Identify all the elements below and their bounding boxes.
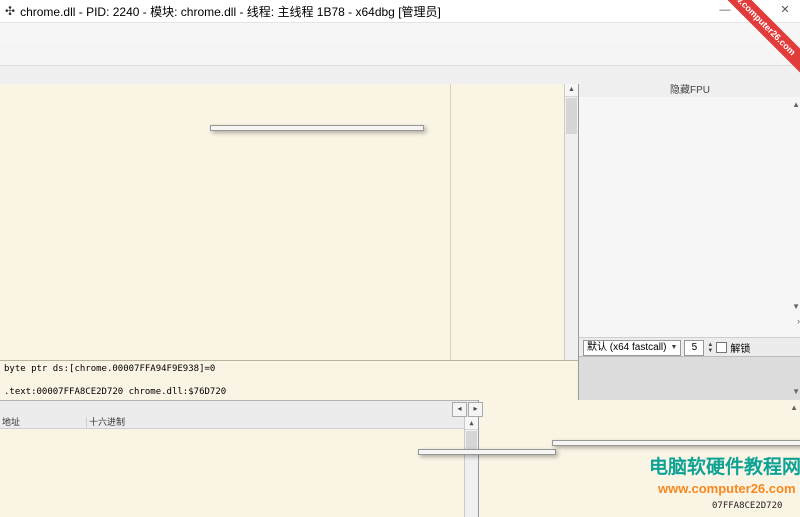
call-arguments: [579, 356, 800, 400]
tab-scroll-left-icon[interactable]: ◂: [452, 402, 467, 417]
close-button[interactable]: ✕: [770, 0, 800, 22]
disasm-scrollbar[interactable]: ▲: [564, 84, 578, 360]
title-bar[interactable]: ✣ chrome.dll - PID: 2240 - 模块: chrome.dl…: [0, 0, 800, 23]
hide-fpu-button[interactable]: 隐藏FPU: [579, 84, 800, 97]
dump-scrollbar[interactable]: ▲: [464, 417, 478, 517]
info-box: byte ptr ds:[chrome.00007FFA94F9E938]=0 …: [0, 360, 578, 400]
regs-scroll-down-icon[interactable]: ▼: [792, 302, 800, 311]
registers-panel[interactable]: 隐藏FPU ▲ ▼ › 默认 (x64 fastcall) ▼ 5 ▲▼ 解锁 …: [578, 84, 800, 400]
scroll-thumb[interactable]: [466, 431, 477, 451]
context-menu: [210, 125, 424, 131]
menu-bar: [0, 23, 800, 42]
dump-hex-header: 十六进制: [87, 417, 125, 428]
stack-scroll-up-icon[interactable]: ▲: [790, 403, 798, 412]
app-icon: ✣: [5, 4, 15, 18]
scroll-up-icon[interactable]: ▲: [465, 417, 478, 430]
info-line-1: byte ptr ds:[chrome.00007FFA94F9E938]=0: [4, 364, 574, 374]
scroll-up-icon[interactable]: ▲: [565, 84, 578, 97]
search-scope-submenu: [418, 449, 556, 455]
toolbar: [0, 42, 800, 66]
watermark-site-url: www.computer26.com: [658, 481, 796, 496]
dump-panel[interactable]: 地址 十六进制 ▲: [0, 417, 478, 517]
info-line-2: .text:00007FFA8CE2D720 chrome.dll:$76D72…: [4, 387, 574, 397]
scroll-thumb[interactable]: [566, 98, 577, 134]
unlock-label: 解锁: [730, 340, 750, 355]
calling-convention-select[interactable]: 默认 (x64 fastcall) ▼: [583, 340, 681, 356]
tab-scroll-right-icon[interactable]: ▸: [468, 402, 483, 417]
tab-scroll-buttons: ◂ ▸: [452, 402, 798, 417]
watermark-site-name: 电脑软硬件教程网: [649, 452, 800, 479]
calling-convention-value: 默认 (x64 fastcall): [587, 341, 666, 355]
args-scroll-down-icon[interactable]: ▼: [792, 387, 800, 396]
arg-count-stepper[interactable]: ▲▼: [707, 342, 713, 354]
regs-scroll-up-icon[interactable]: ▲: [792, 100, 800, 109]
chevron-down-icon: ▼: [670, 341, 677, 355]
calling-convention-bar: 默认 (x64 fastcall) ▼ 5 ▲▼ 解锁: [579, 337, 800, 357]
windows-logo-watermark: [585, 434, 655, 504]
window-title: chrome.dll - PID: 2240 - 模块: chrome.dll …: [20, 3, 441, 20]
stray-address-fragment: 07FFA8CE2D720: [712, 501, 782, 511]
unlock-checkbox[interactable]: [716, 342, 727, 353]
dump-address-header: 地址: [0, 417, 87, 428]
arg-count-input[interactable]: 5: [684, 340, 704, 356]
dump-header: 地址 十六进制: [0, 417, 478, 429]
dump-tab-bar: [0, 400, 478, 418]
x64dbg-window: ✣ chrome.dll - PID: 2240 - 模块: chrome.dl…: [0, 0, 800, 517]
column-divider: [450, 84, 451, 360]
